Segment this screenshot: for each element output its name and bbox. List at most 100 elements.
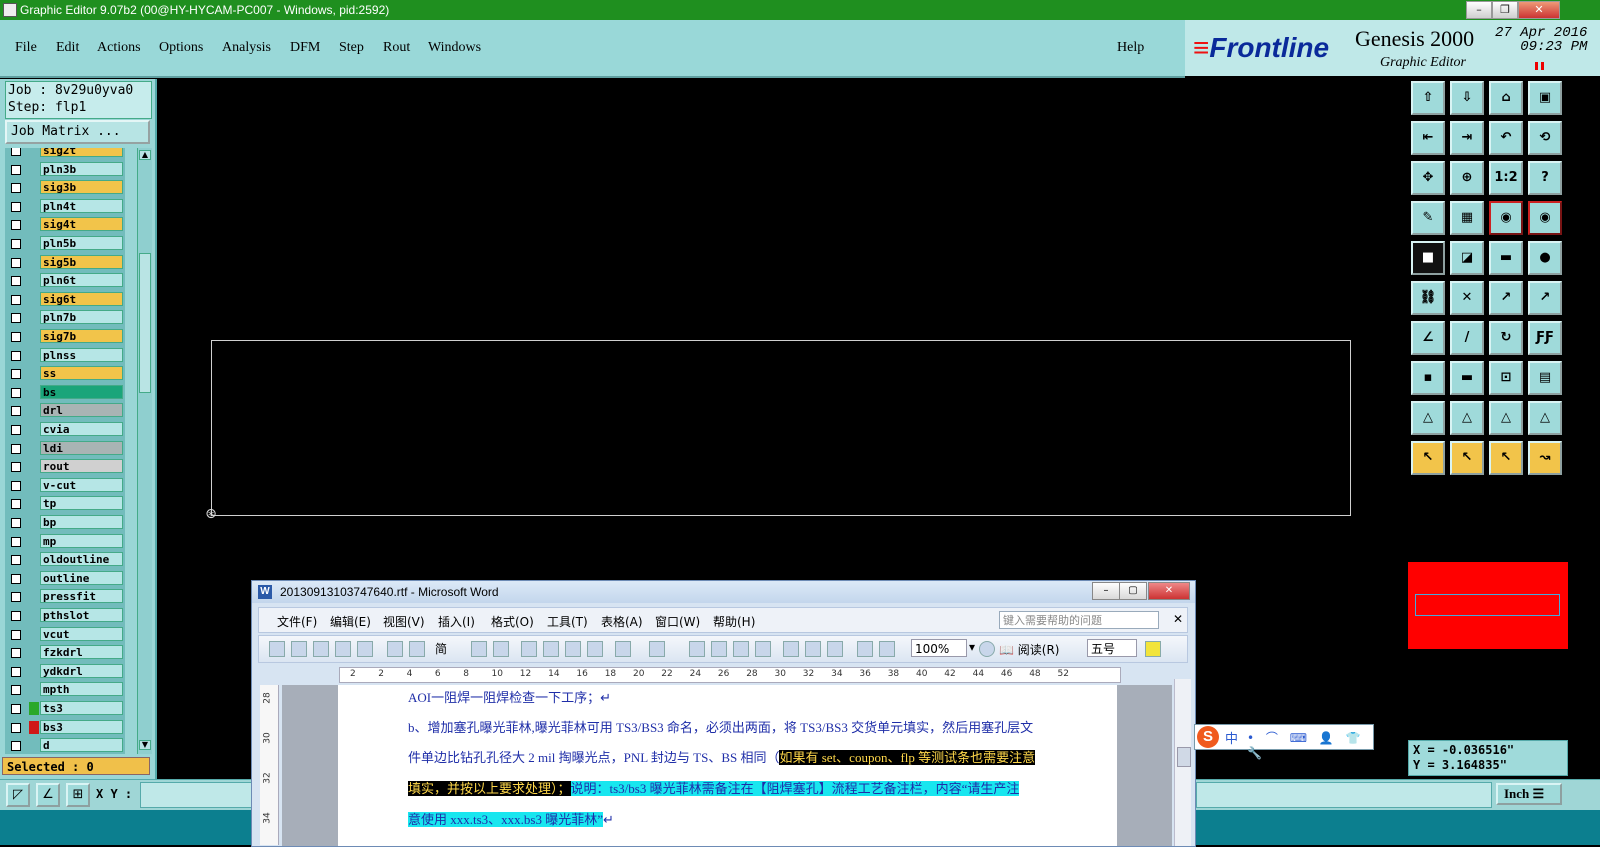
measure-angle-icon[interactable]: ∠: [36, 783, 60, 807]
print-icon[interactable]: [387, 641, 403, 657]
query-icon[interactable]: ?: [1528, 161, 1562, 195]
layer-name[interactable]: mpth: [40, 682, 123, 697]
layer-row[interactable]: sig6t: [5, 291, 125, 309]
read-button[interactable]: 📖 阅读(R): [999, 641, 1059, 658]
layer-checkbox[interactable]: [11, 239, 21, 249]
document-page[interactable]: AOI一阻焊一阻焊检查一下工序；↵ b、增加塞孔曝光菲林,曝光菲林可用 TS3/…: [338, 685, 1117, 846]
simplified-chinese-button[interactable]: 简: [435, 640, 447, 657]
layer-row[interactable]: plnss: [5, 347, 125, 365]
zoom-dropdown-icon[interactable]: ▾: [969, 640, 975, 654]
layer-row[interactable]: v-cut: [5, 477, 125, 495]
word-menu-help[interactable]: 帮助(H): [713, 613, 755, 630]
cut-icon[interactable]: [521, 641, 537, 657]
layer-name[interactable]: sig4t: [40, 217, 123, 232]
menu-analysis[interactable]: Analysis: [222, 40, 271, 56]
word-menu-edit[interactable]: 编辑(E): [330, 613, 371, 630]
layer-name[interactable]: sig5b: [40, 254, 123, 269]
layer-name[interactable]: v-cut: [40, 477, 123, 492]
text-ff-icon[interactable]: ƑƑ: [1528, 321, 1562, 355]
layer-row[interactable]: pressfit: [5, 588, 125, 606]
arrow-point-icon[interactable]: ↗: [1528, 281, 1562, 315]
layer-name[interactable]: pln7b: [40, 310, 123, 325]
layer-checkbox[interactable]: [11, 555, 21, 566]
highlight-icon[interactable]: [1145, 641, 1161, 657]
layer-name[interactable]: pln4t: [40, 198, 123, 213]
drawing-icon[interactable]: [827, 641, 843, 657]
select-net-icon[interactable]: ↖: [1489, 441, 1523, 475]
layer-row[interactable]: ts3: [5, 700, 125, 718]
layer-row[interactable]: ydkdrl: [5, 663, 125, 681]
word-menu-window[interactable]: 窗口(W): [655, 613, 700, 630]
format-painter-icon[interactable]: [587, 641, 603, 657]
word-menu-tools[interactable]: 工具(T): [547, 613, 588, 630]
word-vertical-scrollbar[interactable]: [1174, 679, 1191, 846]
layer-checkbox[interactable]: [11, 148, 21, 156]
layer-row[interactable]: vcut: [5, 626, 125, 644]
layer-name[interactable]: oldoutline: [40, 552, 123, 567]
layer-checkbox[interactable]: [11, 480, 21, 491]
scroll-down-arrow-icon[interactable]: ▼: [139, 740, 151, 750]
layer-row[interactable]: ss: [5, 365, 125, 383]
xy-input-tail[interactable]: [1196, 782, 1492, 808]
layer-name[interactable]: sig6t: [40, 291, 123, 306]
scroll-up-arrow-icon[interactable]: ▲: [139, 150, 151, 160]
columns-icon[interactable]: [783, 641, 799, 657]
line-icon[interactable]: ◪: [1450, 241, 1484, 275]
grid-icon[interactable]: ▦: [1450, 201, 1484, 235]
layer-checkbox[interactable]: [11, 387, 21, 398]
layer-name[interactable]: tp: [40, 496, 123, 511]
grid-toggle-icon[interactable]: ⊞: [66, 783, 90, 807]
layer-row[interactable]: tp: [5, 495, 125, 513]
layer-row[interactable]: sig5b: [5, 254, 125, 272]
layer-name[interactable]: ydkdrl: [40, 663, 123, 678]
layer-checkbox[interactable]: [11, 332, 21, 342]
layer-row[interactable]: ldi: [5, 440, 125, 458]
insert-table-icon[interactable]: [733, 641, 749, 657]
select-icon[interactable]: ↖: [1411, 441, 1445, 475]
layer-checkbox[interactable]: [11, 666, 21, 677]
layer-row[interactable]: mpth: [5, 681, 125, 699]
triangle-2-icon[interactable]: △: [1450, 401, 1484, 435]
xy-input[interactable]: [140, 782, 254, 808]
print-preview-icon[interactable]: [409, 641, 425, 657]
redo-icon[interactable]: [649, 641, 665, 657]
pad-icon[interactable]: ■: [1411, 241, 1445, 275]
triangle-3-icon[interactable]: △: [1489, 401, 1523, 435]
layer-row[interactable]: d: [5, 737, 125, 754]
snap-alt-icon[interactable]: ◉: [1528, 201, 1562, 235]
layer-row[interactable]: fzkdrl: [5, 644, 125, 662]
layer-row[interactable]: bp: [5, 514, 125, 532]
layer-row[interactable]: sig2t: [5, 148, 125, 160]
layer-checkbox[interactable]: [11, 518, 21, 528]
layer-name[interactable]: ts3: [40, 701, 123, 715]
zoom-fit-icon[interactable]: ✥: [1411, 161, 1445, 195]
point-to-point-icon[interactable]: ↗: [1489, 281, 1523, 315]
layer-row[interactable]: pthslot: [5, 607, 125, 625]
layer-checkbox[interactable]: [11, 611, 21, 621]
layer-checkbox[interactable]: [11, 685, 21, 696]
layer-checkbox[interactable]: [11, 499, 21, 510]
copy-icon[interactable]: [543, 641, 559, 657]
layer-row[interactable]: drl: [5, 402, 125, 420]
layer-name[interactable]: pthslot: [40, 608, 123, 622]
layer-checkbox[interactable]: [11, 462, 21, 473]
snap-icon[interactable]: ◉: [1489, 201, 1523, 235]
text-direction-icon[interactable]: [805, 641, 821, 657]
layer-name[interactable]: plnss: [40, 347, 123, 362]
undo-icon[interactable]: [615, 641, 631, 657]
layer-checkbox[interactable]: [11, 276, 21, 287]
layer-checkbox[interactable]: [11, 722, 21, 733]
layer-up-icon[interactable]: ⇧: [1411, 81, 1445, 115]
window-icon[interactable]: ▣: [1528, 81, 1562, 115]
email-icon[interactable]: [357, 641, 373, 657]
layer-checkbox[interactable]: [11, 536, 21, 547]
command-input[interactable]: [1415, 594, 1560, 616]
menu-file[interactable]: File: [15, 40, 37, 56]
layer-checkbox[interactable]: [11, 220, 21, 231]
layer-name[interactable]: bs3: [40, 719, 123, 734]
scroll-thumb[interactable]: [139, 253, 151, 393]
layer-name[interactable]: sig2t: [40, 148, 123, 157]
triangle-4-icon[interactable]: △: [1528, 401, 1562, 435]
layer-checkbox[interactable]: [11, 443, 21, 454]
layer-checkbox[interactable]: [11, 592, 21, 603]
